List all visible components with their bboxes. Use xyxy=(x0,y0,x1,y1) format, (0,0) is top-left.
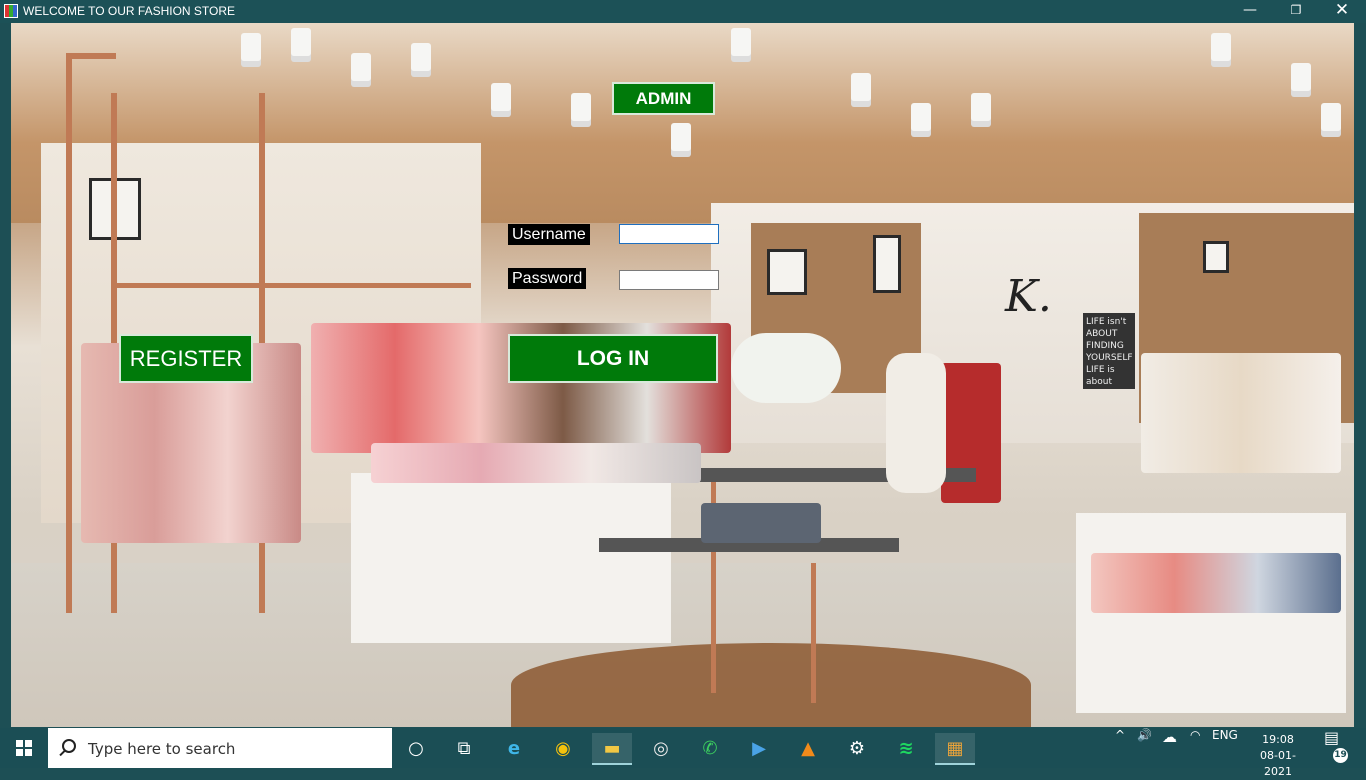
taskbar-search-box[interactable]: Type here to search xyxy=(48,728,392,768)
fashion-store-app-icon[interactable]: ▦ xyxy=(935,733,975,765)
folded-clothes xyxy=(371,443,701,483)
clothing-rack xyxy=(66,53,72,613)
spotlight xyxy=(671,123,691,151)
login-button[interactable]: LOG IN xyxy=(508,334,718,383)
spotify-icon[interactable]: ≋ xyxy=(886,733,926,765)
title-bar: WELCOME TO OUR FASHION STORE — ❐ ✕ xyxy=(0,0,1366,23)
username-label: Username xyxy=(508,224,590,245)
spotlight xyxy=(1321,103,1341,131)
spotlight xyxy=(241,33,261,61)
spotlight xyxy=(851,73,871,101)
cortana-icon[interactable]: ○ xyxy=(396,733,436,765)
quote-sign: LIFE isn't ABOUT FINDING YOURSELF LIFE i… xyxy=(1083,313,1135,389)
start-button[interactable] xyxy=(0,728,48,768)
store-logo: K. xyxy=(1005,271,1052,322)
minimize-button[interactable]: — xyxy=(1227,0,1273,23)
wall-picture xyxy=(1203,241,1229,273)
whatsapp-icon[interactable]: ✆ xyxy=(690,733,730,765)
clock-time: 19:08 xyxy=(1262,733,1294,746)
wall-picture xyxy=(873,235,901,293)
language-indicator[interactable]: ENG xyxy=(1212,728,1238,768)
notification-count-badge: 19 xyxy=(1333,748,1348,763)
spotlight xyxy=(911,103,931,131)
settings-icon[interactable]: ⚙ xyxy=(837,733,877,765)
taskbar: Type here to search ○ ⧉ e ◉ ▬ ◎ ✆ ▶ ▲ ⚙ … xyxy=(0,728,1366,778)
password-input[interactable] xyxy=(619,270,719,290)
window-title: WELCOME TO OUR FASHION STORE xyxy=(23,4,236,18)
password-label: Password xyxy=(508,268,587,289)
spotlight xyxy=(571,93,591,121)
cowhide-rug xyxy=(511,643,1031,727)
mannequin xyxy=(886,353,946,493)
spotlight xyxy=(351,53,371,81)
search-placeholder: Type here to search xyxy=(88,740,236,758)
volume-icon[interactable]: 🔊 xyxy=(1137,728,1152,768)
spotlight xyxy=(731,28,751,56)
folded-clothes xyxy=(701,503,821,543)
vlc-icon[interactable]: ▲ xyxy=(788,733,828,765)
table-leg xyxy=(811,563,816,703)
clock[interactable]: 19:08 08-01-2021 xyxy=(1250,732,1306,780)
register-button[interactable]: REGISTER xyxy=(119,334,253,383)
wall-picture xyxy=(767,249,807,295)
folded-clothes xyxy=(1091,553,1341,613)
search-icon xyxy=(62,739,76,753)
show-hidden-icons-chevron-icon[interactable]: ^ xyxy=(1115,728,1125,768)
hanging-clothes xyxy=(1141,353,1341,473)
spotlight xyxy=(491,83,511,111)
display-table xyxy=(351,473,671,643)
spotlight xyxy=(1211,33,1231,61)
task-view-icon[interactable]: ⧉ xyxy=(444,733,484,765)
display-table xyxy=(1076,513,1346,713)
media-player-icon[interactable]: ◎ xyxy=(641,733,681,765)
wifi-icon[interactable]: ◠ xyxy=(1190,728,1200,768)
close-button[interactable]: ✕ xyxy=(1319,0,1365,23)
spotlight xyxy=(971,93,991,121)
chrome-icon[interactable]: ◉ xyxy=(543,733,583,765)
clothing-rack xyxy=(66,53,116,59)
windows-icon xyxy=(16,740,32,756)
file-explorer-icon[interactable]: ▬ xyxy=(592,733,632,765)
onedrive-cloud-icon[interactable]: ☁ xyxy=(1162,728,1177,768)
spotlight xyxy=(1291,63,1311,91)
video-editor-icon[interactable]: ▶ xyxy=(739,733,779,765)
username-input[interactable] xyxy=(619,224,719,244)
app-icon xyxy=(4,4,18,18)
spotlight xyxy=(291,28,311,56)
admin-button[interactable]: ADMIN xyxy=(612,82,715,115)
edge-icon[interactable]: e xyxy=(494,733,534,765)
maximize-button[interactable]: ❐ xyxy=(1273,0,1319,23)
clock-date: 08-01-2021 xyxy=(1260,749,1296,778)
clothing-rack xyxy=(111,283,471,288)
flower-arrangement xyxy=(731,333,841,403)
hanging-clothes xyxy=(941,363,1001,503)
spotlight xyxy=(411,43,431,71)
